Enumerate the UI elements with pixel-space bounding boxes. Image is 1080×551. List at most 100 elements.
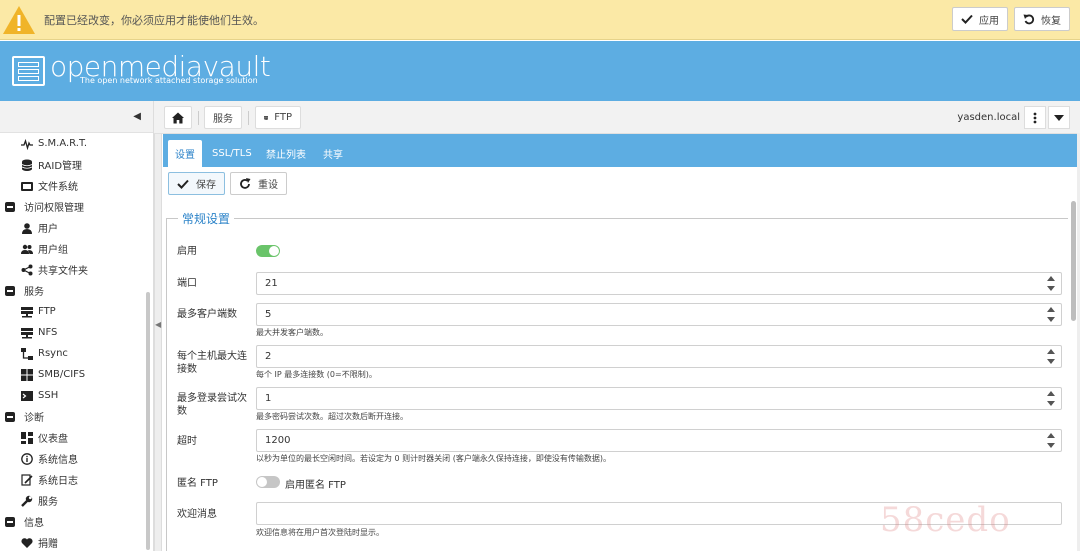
- sidebar-group-services[interactable]: 服务: [5, 280, 44, 301]
- port-input[interactable]: 21: [256, 272, 1062, 295]
- log-icon: [20, 473, 34, 487]
- apply-button[interactable]: 应用: [952, 7, 1008, 31]
- sidebar-group-info[interactable]: 信息: [5, 511, 44, 532]
- sidebar-item-shared-folders[interactable]: 共享文件夹: [20, 259, 88, 280]
- welcome-label: 欢迎消息: [177, 509, 217, 520]
- max-clients-hint: 最大并发客户端数。: [256, 328, 328, 337]
- sidebar-item-smart[interactable]: S.M.A.R.T.: [20, 133, 87, 154]
- sidebar-item-users[interactable]: 用户: [20, 217, 58, 238]
- settings-tabs: 设置 SSL/TLS 禁止列表 共享: [163, 134, 1079, 167]
- breadcrumb-ftp[interactable]: FTP: [255, 106, 301, 129]
- sidebar-group-access[interactable]: 访问权限管理: [5, 196, 84, 217]
- timeout-spinner-icon[interactable]: [1047, 433, 1055, 448]
- user-icon: [20, 221, 34, 235]
- revert-button[interactable]: 恢复: [1014, 7, 1070, 31]
- wrench-icon: [20, 494, 34, 508]
- sidebar-item-dashboard[interactable]: 仪表盘: [20, 427, 68, 448]
- home-icon: [172, 112, 184, 123]
- check-icon: [961, 14, 973, 24]
- heart-icon: [20, 536, 34, 550]
- hostname: yasden.local: [957, 112, 1020, 123]
- sidebar-item-rsync[interactable]: Rsync: [20, 343, 68, 364]
- warning-icon: [2, 5, 36, 35]
- share-icon: [20, 263, 34, 277]
- database-icon: [20, 158, 34, 172]
- sidebar-scrollbar[interactable]: [146, 292, 150, 550]
- undo-icon: [1023, 14, 1035, 25]
- server-icon: [264, 115, 269, 120]
- max-per-host-input[interactable]: 2: [256, 345, 1062, 368]
- pulse-icon: [20, 137, 34, 151]
- tab-ssl-tls[interactable]: SSL/TLS: [205, 140, 259, 167]
- max-clients-input[interactable]: 5: [256, 303, 1062, 326]
- tab-shares[interactable]: 共享: [316, 140, 350, 167]
- breadcrumb-toolbar: 服务 FTP yasden.local: [154, 101, 1080, 134]
- server-icon: [20, 305, 34, 319]
- sidebar-item-donate[interactable]: 捐赠: [20, 532, 58, 551]
- tab-ban-list[interactable]: 禁止列表: [259, 140, 313, 167]
- anon-ftp-toggle[interactable]: [256, 476, 280, 488]
- fieldset-legend: 常规设置: [178, 210, 235, 227]
- home-button[interactable]: [164, 106, 192, 129]
- save-button[interactable]: 保存: [168, 172, 225, 195]
- sidebar-item-ssh[interactable]: SSH: [20, 385, 58, 406]
- main-scrollbar[interactable]: [1071, 201, 1076, 321]
- sidebar-item-system-logs[interactable]: 系统日志: [20, 469, 78, 490]
- kebab-menu-button[interactable]: [1024, 106, 1046, 129]
- reset-button[interactable]: 重设: [230, 172, 287, 195]
- sidebar-group-diagnostics[interactable]: 诊断: [5, 406, 44, 427]
- timeout-input[interactable]: 1200: [256, 429, 1062, 452]
- sidebar-item-nfs[interactable]: NFS: [20, 322, 57, 343]
- dashboard-icon: [20, 431, 34, 445]
- brand-header: openmediavault: [0, 41, 1080, 101]
- notification-text: 配置已经改变，你必须应用才能使他们生效。: [44, 13, 264, 27]
- sidebar-item-raid[interactable]: RAID管理: [20, 154, 82, 175]
- max-per-host-spinner-icon[interactable]: [1047, 349, 1055, 364]
- sidebar-item-ftp[interactable]: FTP: [20, 301, 56, 322]
- anon-ftp-label: 匿名 FTP: [177, 478, 218, 489]
- users-icon: [20, 242, 34, 256]
- sidebar-item-system-info[interactable]: 系统信息: [20, 448, 78, 469]
- timeout-hint: 以秒为单位的最长空闲时间。若设定为 0 则计时器关闭 (客户端永久保持连接，即使…: [256, 454, 611, 463]
- tab-settings[interactable]: 设置: [168, 140, 202, 167]
- max-login-spinner-icon[interactable]: [1047, 391, 1055, 406]
- port-spinner-icon[interactable]: [1047, 276, 1055, 291]
- watermark: 58cedo: [880, 500, 1011, 540]
- brand-tagline: The open network attached storage soluti…: [80, 76, 258, 85]
- windows-icon: [20, 368, 34, 382]
- enable-toggle[interactable]: [256, 245, 280, 257]
- max-per-host-label: 每个主机最大连接数: [177, 351, 247, 375]
- refresh-icon: [240, 177, 251, 189]
- revert-label: 恢复: [1041, 15, 1061, 27]
- port-label: 端口: [177, 278, 197, 289]
- max-per-host-hint: 每个 IP 最多连接数 (0=不限制)。: [256, 370, 377, 379]
- apply-label: 应用: [979, 15, 999, 27]
- form-actions: 保存 重设: [163, 167, 1069, 200]
- sidebar-item-smb[interactable]: SMB/CIFS: [20, 364, 85, 385]
- splitter-arrow-icon: ◀: [155, 320, 162, 329]
- caret-down-icon: [1054, 114, 1064, 121]
- anon-ftp-toggle-label: 启用匿名 FTP: [285, 480, 346, 491]
- sidebar-item-groups[interactable]: 用户组: [20, 238, 68, 259]
- server-icon: [20, 326, 34, 340]
- max-clients-spinner-icon[interactable]: [1047, 307, 1055, 322]
- check-icon: [177, 179, 189, 189]
- timeout-label: 超时: [177, 436, 197, 447]
- max-clients-label: 最多客户端数: [177, 309, 237, 320]
- sidebar-splitter[interactable]: ◀: [154, 133, 162, 551]
- max-login-input[interactable]: 1: [256, 387, 1062, 410]
- info-icon: [20, 452, 34, 466]
- sidebar-item-filesystems[interactable]: 文件系统: [20, 175, 78, 196]
- dropdown-menu-button[interactable]: [1048, 106, 1070, 129]
- pending-changes-bar: 配置已经改变，你必须应用才能使他们生效。 应用 恢复: [0, 0, 1080, 40]
- enable-label: 启用: [177, 246, 197, 257]
- logo-icon: [12, 56, 45, 86]
- collapse-minus-icon: [5, 411, 15, 422]
- collapse-minus-icon: [5, 201, 15, 212]
- breadcrumb-services[interactable]: 服务: [204, 106, 242, 129]
- terminal-icon: [20, 389, 34, 403]
- sidebar-item-services-status[interactable]: 服务: [20, 490, 58, 511]
- collapse-sidebar-icon[interactable]: ◀: [133, 111, 141, 122]
- max-login-hint: 最多密码尝试次数。超过次数后断开连接。: [256, 412, 408, 421]
- collapse-minus-icon: [5, 516, 15, 527]
